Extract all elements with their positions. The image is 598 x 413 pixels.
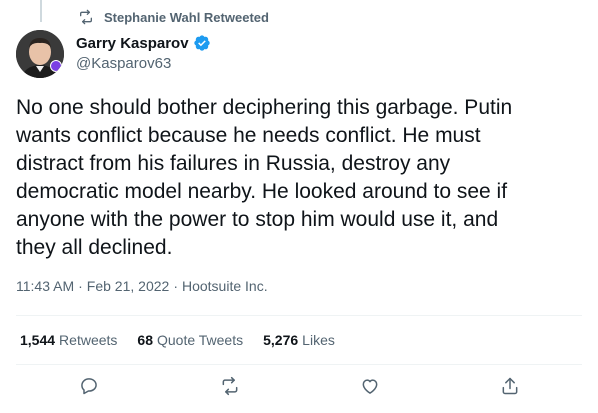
retweet-icon — [78, 9, 94, 25]
retweets-label: Retweets — [59, 332, 118, 348]
tweet-source[interactable]: Hootsuite Inc. — [182, 278, 268, 294]
retweet-context-text[interactable]: Stephanie Wahl Retweeted — [104, 10, 269, 25]
tweet-text: No one should bother deciphering this ga… — [16, 96, 513, 259]
avatar-badge — [50, 60, 62, 72]
quote-tweets-stat[interactable]: 68 Quote Tweets — [137, 332, 243, 348]
retweet-icon — [220, 376, 240, 401]
tweet-metadata: 11:43 AM · Feb 21, 2022 · Hootsuite Inc. — [16, 278, 268, 294]
divider — [16, 364, 582, 365]
meta-separator: · — [173, 278, 178, 294]
tweet-time[interactable]: 11:43 AM — [16, 278, 74, 294]
reply-icon — [79, 376, 99, 401]
like-icon — [360, 376, 380, 401]
avatar[interactable] — [16, 30, 64, 78]
retweets-count: 1,544 — [20, 332, 56, 348]
reply-button[interactable] — [77, 376, 101, 400]
retweets-stat[interactable]: 1,544 Retweets — [20, 332, 117, 348]
author-handle[interactable]: @Kasparov63 — [76, 55, 211, 72]
like-button[interactable] — [358, 376, 382, 400]
share-icon — [500, 376, 520, 401]
meta-separator: · — [78, 278, 83, 294]
author-name[interactable]: Garry Kasparov — [76, 35, 189, 52]
tweet-actions — [0, 376, 598, 406]
engagement-stats: 1,544 Retweets 68 Quote Tweets 5,276 Likes — [20, 332, 335, 348]
quote-tweets-count: 68 — [137, 332, 153, 348]
tweet-author: Garry Kasparov @Kasparov63 — [76, 34, 211, 72]
retweet-button[interactable] — [218, 376, 242, 400]
tweet-date[interactable]: Feb 21, 2022 — [87, 278, 170, 294]
thread-connector-line — [40, 0, 42, 22]
retweet-context: Stephanie Wahl Retweeted — [78, 8, 269, 26]
likes-label: Likes — [302, 332, 335, 348]
likes-stat[interactable]: 5,276 Likes — [263, 332, 335, 348]
likes-count: 5,276 — [263, 332, 299, 348]
share-button[interactable] — [498, 376, 522, 400]
quote-tweets-label: Quote Tweets — [156, 332, 244, 348]
verified-badge-icon — [193, 34, 211, 52]
divider — [16, 315, 582, 316]
